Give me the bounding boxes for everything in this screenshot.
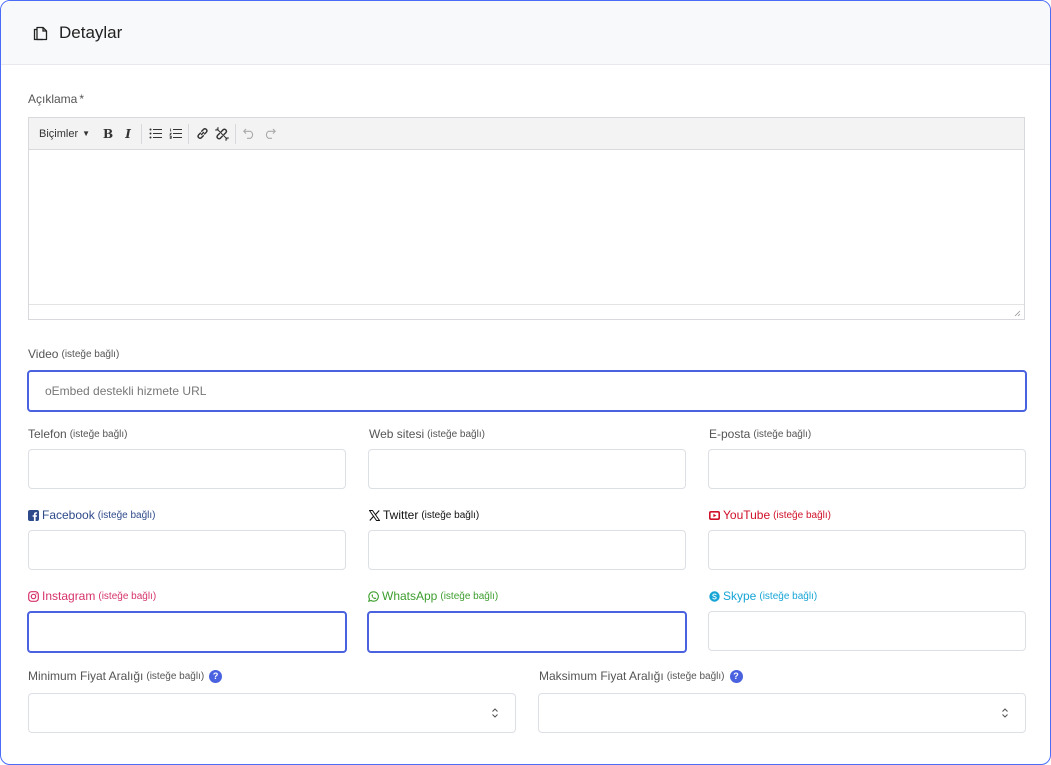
skype-label: Skype (isteğe bağlı) bbox=[709, 589, 817, 603]
document-copy-icon bbox=[33, 26, 48, 40]
spinner-icon[interactable] bbox=[1000, 706, 1010, 720]
editor-statusbar bbox=[29, 304, 1024, 319]
bullet-list-icon bbox=[149, 128, 162, 139]
description-editor[interactable]: Biçimler ▼ B I bbox=[28, 117, 1025, 320]
undo-button[interactable] bbox=[239, 123, 259, 145]
toolbar-separator bbox=[235, 123, 237, 144]
instagram-icon bbox=[28, 590, 39, 602]
skype-input[interactable] bbox=[708, 611, 1026, 651]
details-card: Detaylar Açıklama * Biçimler ▼ B I Video… bbox=[0, 0, 1051, 765]
phone-label: Telefon (isteğe bağlı) bbox=[28, 427, 128, 441]
whatsapp-icon bbox=[368, 590, 379, 602]
website-label: Web sitesi (isteğe bağlı) bbox=[369, 427, 485, 441]
facebook-input[interactable] bbox=[28, 530, 346, 570]
caret-down-icon: ▼ bbox=[82, 129, 91, 138]
whatsapp-input[interactable] bbox=[367, 611, 687, 653]
undo-icon bbox=[242, 128, 253, 139]
numbered-list-button[interactable] bbox=[165, 123, 185, 145]
video-url-input[interactable] bbox=[27, 370, 1027, 412]
unlink-icon bbox=[215, 126, 230, 141]
instagram-input[interactable] bbox=[27, 611, 347, 653]
facebook-label: Facebook (isteğe bağlı) bbox=[28, 508, 156, 522]
x-icon bbox=[369, 509, 380, 521]
skype-icon bbox=[709, 590, 720, 602]
toolbar-separator bbox=[188, 123, 190, 144]
min-price-wrapper bbox=[28, 693, 516, 733]
toolbar-separator bbox=[141, 123, 143, 144]
instagram-label: Instagram (isteğe bağlı) bbox=[28, 589, 156, 603]
min-price-input[interactable] bbox=[28, 693, 516, 733]
editor-content-area[interactable] bbox=[29, 150, 1024, 304]
help-icon[interactable]: ? bbox=[209, 669, 223, 683]
youtube-icon bbox=[709, 510, 720, 520]
email-input[interactable] bbox=[708, 449, 1026, 489]
min-price-label: Minimum Fiyat Aralığı (isteğe bağlı) ? bbox=[28, 669, 223, 683]
card-header: Detaylar bbox=[1, 1, 1050, 65]
max-price-input[interactable] bbox=[538, 693, 1026, 733]
description-label: Açıklama * bbox=[28, 92, 85, 106]
link-icon bbox=[196, 128, 208, 139]
youtube-input[interactable] bbox=[708, 530, 1026, 570]
website-input[interactable] bbox=[368, 449, 686, 489]
bold-button[interactable]: B bbox=[98, 123, 118, 145]
redo-icon bbox=[265, 128, 276, 139]
resize-handle-icon[interactable] bbox=[1013, 309, 1021, 317]
twitter-label: Twitter (isteğe bağlı) bbox=[369, 508, 479, 522]
insert-link-button[interactable] bbox=[192, 123, 212, 145]
email-label: E-posta (isteğe bağlı) bbox=[709, 427, 812, 441]
max-price-wrapper bbox=[538, 693, 1026, 733]
numbered-list-icon bbox=[168, 128, 182, 139]
facebook-icon bbox=[28, 509, 39, 521]
phone-input[interactable] bbox=[28, 449, 346, 489]
spinner-icon[interactable] bbox=[490, 706, 500, 720]
video-label: Video (isteğe bağlı) bbox=[28, 347, 120, 361]
required-mark: * bbox=[79, 92, 85, 106]
youtube-label: YouTube (isteğe bağlı) bbox=[709, 508, 831, 522]
editor-toolbar: Biçimler ▼ B I bbox=[29, 118, 1024, 150]
card-title: Detaylar bbox=[59, 22, 123, 42]
formats-dropdown[interactable]: Biçimler ▼ bbox=[39, 128, 90, 140]
italic-button[interactable]: I bbox=[118, 123, 138, 145]
max-price-label: Maksimum Fiyat Aralığı (isteğe bağlı) ? bbox=[539, 669, 743, 683]
whatsapp-label: WhatsApp (isteğe bağlı) bbox=[368, 589, 498, 603]
help-icon[interactable]: ? bbox=[729, 669, 743, 683]
redo-button[interactable] bbox=[259, 123, 279, 145]
remove-link-button[interactable] bbox=[212, 123, 232, 145]
twitter-input[interactable] bbox=[368, 530, 686, 570]
bullet-list-button[interactable] bbox=[145, 123, 165, 145]
